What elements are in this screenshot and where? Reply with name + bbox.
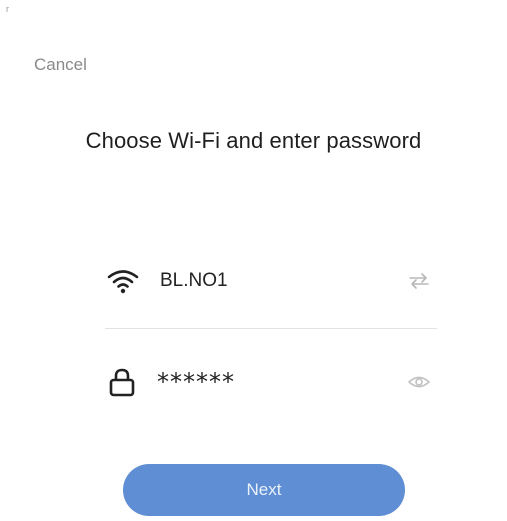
next-button[interactable]: Next [123,464,405,516]
wifi-ssid-label: BL.NO1 [160,270,228,291]
status-mark: r [6,4,9,14]
wifi-network-row[interactable]: BL.NO1 [105,256,437,306]
password-row [105,357,437,407]
wifi-icon [105,266,141,296]
lock-icon [105,367,141,397]
password-input[interactable] [157,368,377,396]
switch-network-icon[interactable] [407,272,431,290]
page-title: Choose Wi-Fi and enter password [85,128,422,153]
eye-icon[interactable] [407,373,431,391]
cancel-button[interactable]: Cancel [34,55,87,75]
field-divider [105,328,437,329]
